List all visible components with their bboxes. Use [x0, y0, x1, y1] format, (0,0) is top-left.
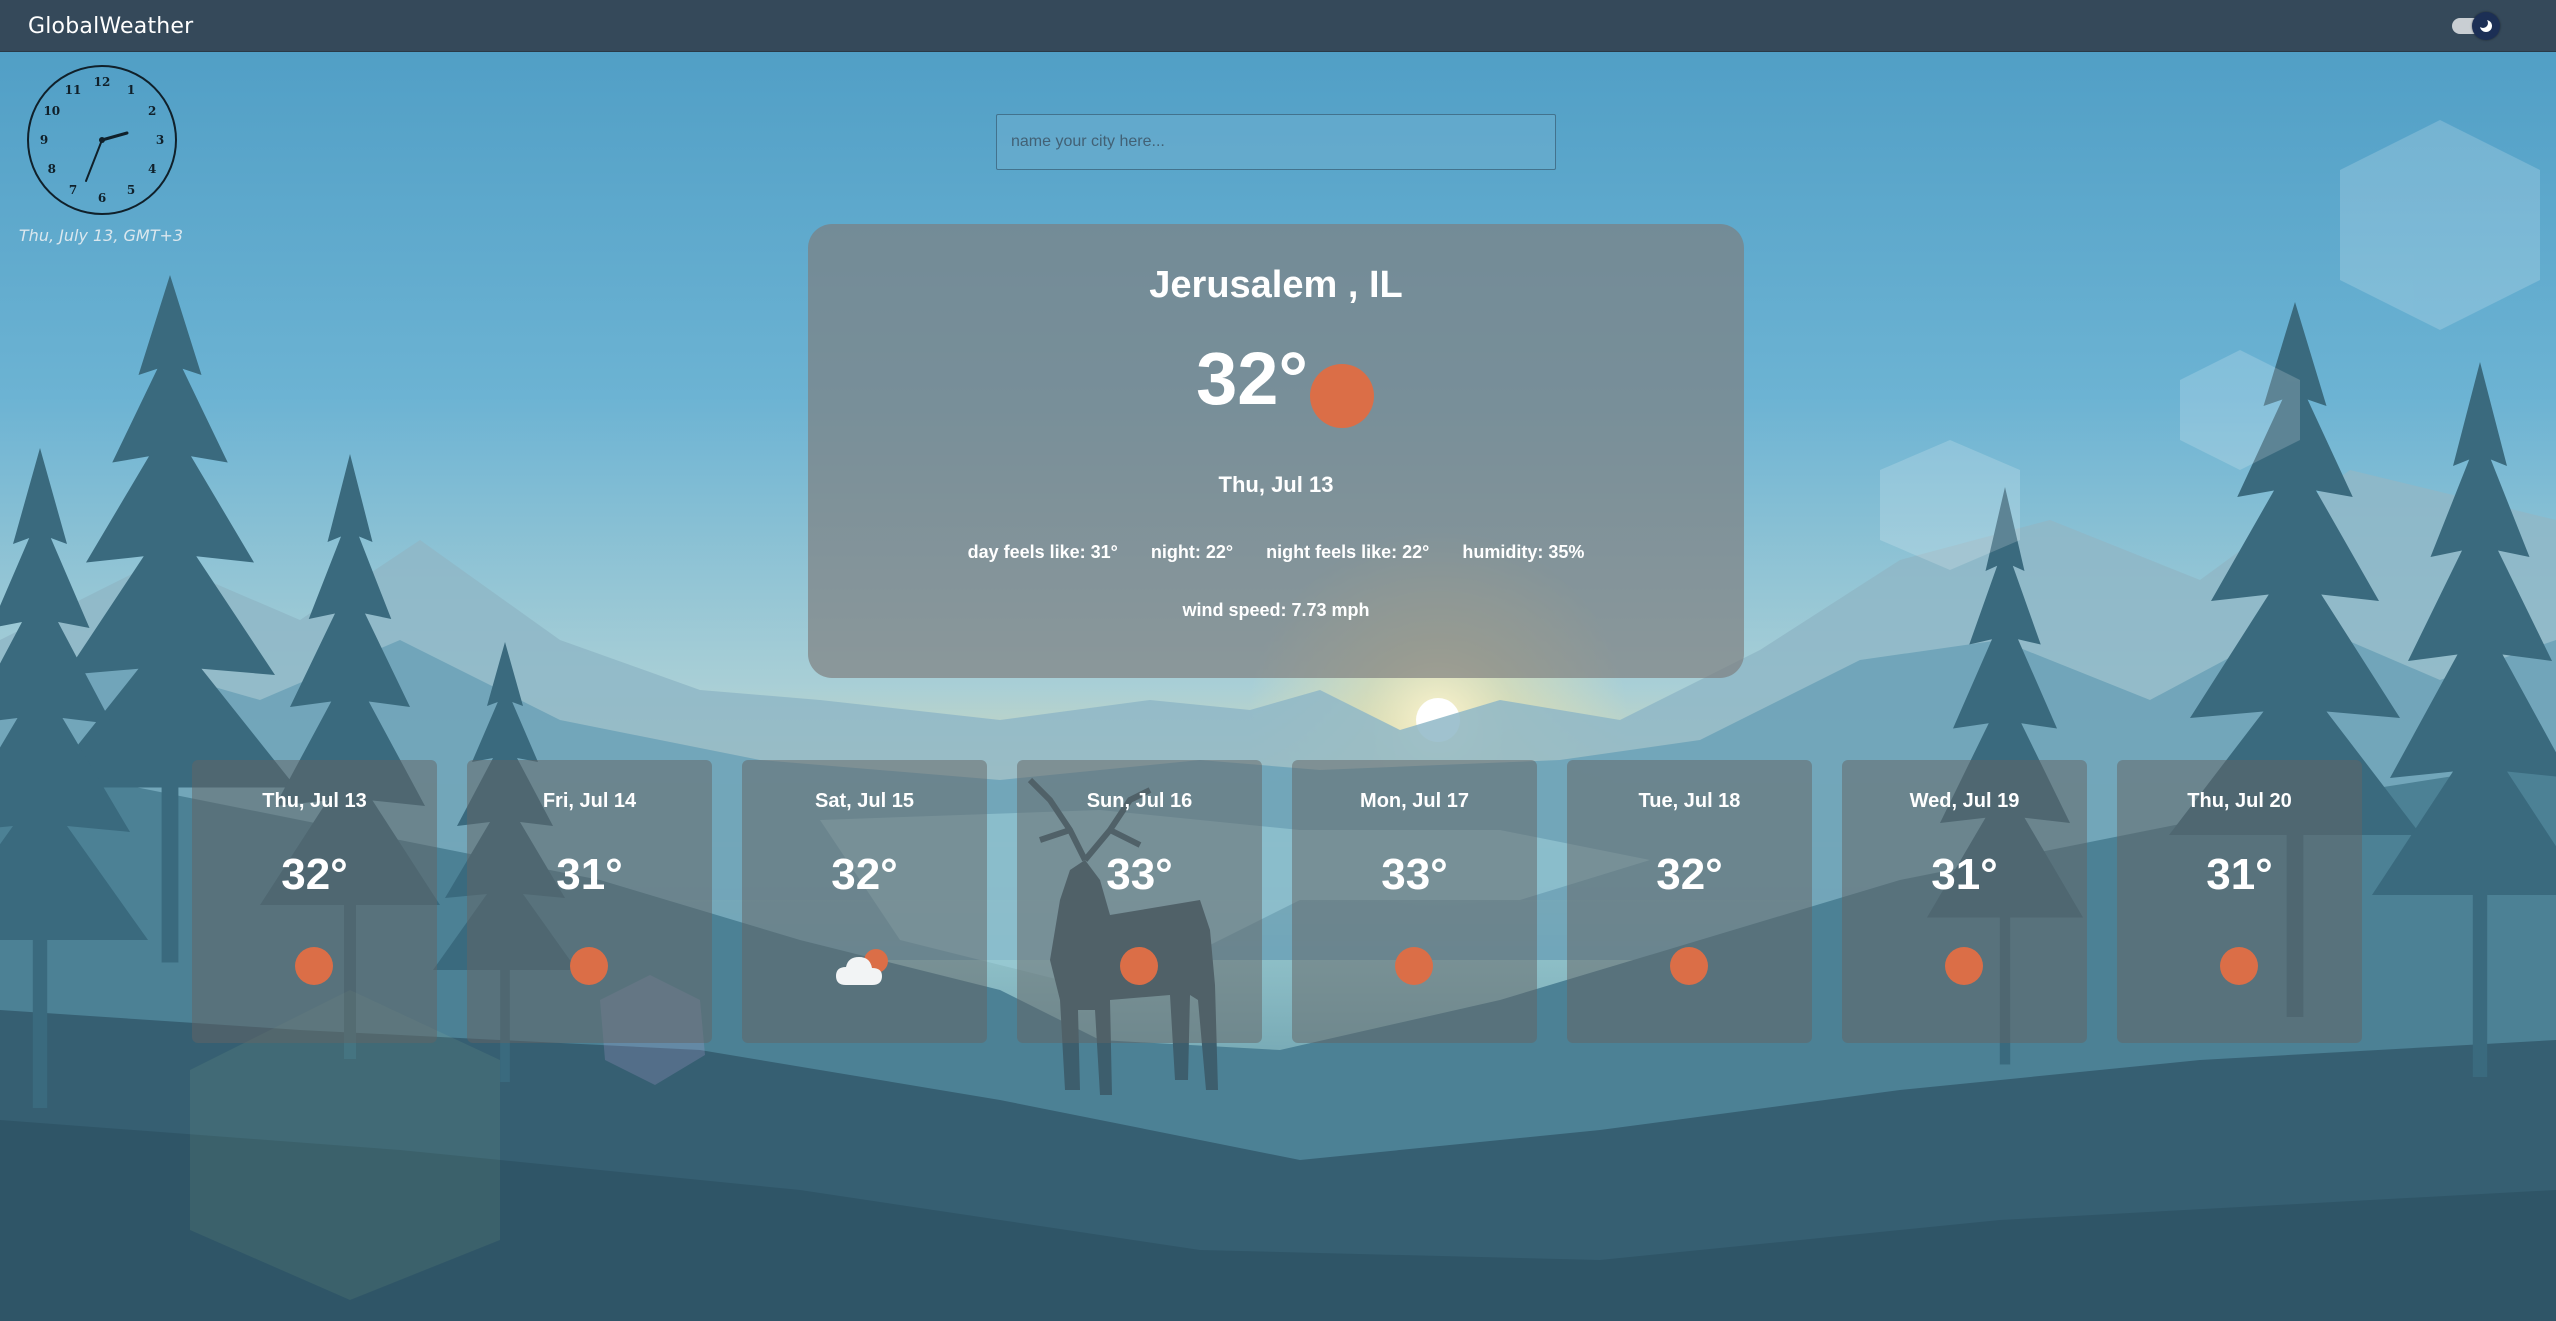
clock-numeral: 2	[148, 104, 156, 118]
forecast-temp: 33°	[1106, 850, 1173, 899]
forecast-temp: 33°	[1381, 850, 1448, 899]
clock-numeral: 4	[148, 162, 156, 176]
forecast-temp: 31°	[2206, 850, 2273, 899]
toggle-knob	[2472, 12, 2500, 40]
forecast-card[interactable]: Sat, Jul 15 32°	[742, 760, 987, 1043]
forecast-card[interactable]: Thu, Jul 20 31°	[2117, 760, 2362, 1043]
clock-numeral: 8	[48, 162, 56, 176]
sun-icon	[295, 947, 333, 985]
forecast-date: Tue, Jul 18	[1638, 790, 1741, 812]
theme-toggle[interactable]	[2452, 12, 2500, 40]
forecast-card[interactable]: Fri, Jul 14 31°	[467, 760, 712, 1043]
forecast-temp: 32°	[831, 850, 898, 899]
wind-speed: wind speed: 7.73 mph	[1182, 600, 1370, 620]
forecast-date: Wed, Jul 19	[1909, 790, 2020, 812]
hour-hand	[100, 131, 129, 142]
sun-icon	[2220, 947, 2258, 985]
sun-icon	[1670, 947, 1708, 985]
sun-icon	[1945, 947, 1983, 985]
city-name: Jerusalem , IL	[1149, 264, 1403, 306]
sun-icon	[570, 947, 608, 985]
forecast-temp: 31°	[556, 850, 623, 899]
forecast-temp: 32°	[281, 850, 348, 899]
forecast-temp: 32°	[1656, 850, 1723, 899]
top-navbar: GlobalWeather	[0, 0, 2556, 52]
sun-icon	[1310, 364, 1374, 428]
forecast-card[interactable]: Tue, Jul 18 32°	[1567, 760, 1812, 1043]
current-weather-card: Jerusalem , IL 32° Thu, Jul 13 day feels…	[808, 224, 1744, 678]
current-temp-row: 32°	[808, 336, 1744, 436]
clock-numeral: 1	[127, 83, 135, 97]
forecast-card[interactable]: Wed, Jul 19 31°	[1842, 760, 2087, 1043]
forecast-date: Sat, Jul 15	[815, 790, 914, 812]
current-date: Thu, Jul 13	[1218, 472, 1334, 497]
clock-numeral: 6	[98, 191, 106, 205]
clock-numeral: 3	[156, 133, 164, 147]
sun-icon	[1395, 947, 1433, 985]
humidity: humidity: 35%	[1462, 542, 1585, 562]
night-feels-like: night feels like: 22°	[1266, 542, 1430, 562]
day-feels-like: day feels like: 31°	[967, 542, 1118, 562]
clock-numeral: 11	[65, 83, 82, 97]
forecast-temp: 31°	[1931, 850, 1998, 899]
minute-hand	[85, 139, 103, 182]
city-search-input[interactable]	[996, 114, 1556, 170]
forecast-date: Thu, Jul 20	[2187, 790, 2292, 812]
clock-date: Thu, July 13, GMT+3	[18, 226, 184, 245]
app-title[interactable]: GlobalWeather	[28, 14, 193, 39]
clock-numeral: 5	[127, 183, 135, 197]
forecast-card[interactable]: Mon, Jul 17 33°	[1292, 760, 1537, 1043]
night-temp: night: 22°	[1150, 542, 1234, 562]
forecast-date: Thu, Jul 13	[262, 790, 367, 812]
forecast-date: Sun, Jul 16	[1086, 790, 1193, 812]
forecast-card[interactable]: Sun, Jul 16 33°	[1017, 760, 1262, 1043]
clock-numeral: 9	[40, 133, 48, 147]
moon-icon	[2479, 19, 2492, 32]
partly-cloudy-icon	[836, 949, 888, 985]
weather-details: day feels like: 31° night: 22° night fee…	[808, 542, 1744, 563]
clock-numeral: 7	[69, 183, 77, 197]
current-temperature: 32°	[1196, 337, 1308, 420]
forecast-date: Fri, Jul 14	[542, 790, 637, 812]
clock-numeral: 10	[43, 104, 60, 118]
clock-numeral: 12	[94, 75, 111, 89]
sun-icon	[1120, 947, 1158, 985]
forecast-date: Mon, Jul 17	[1360, 790, 1469, 812]
forecast-card[interactable]: Thu, Jul 13 32°	[192, 760, 437, 1043]
analog-clock: 12 12 3 45 6 78 9 10 11	[27, 65, 177, 215]
